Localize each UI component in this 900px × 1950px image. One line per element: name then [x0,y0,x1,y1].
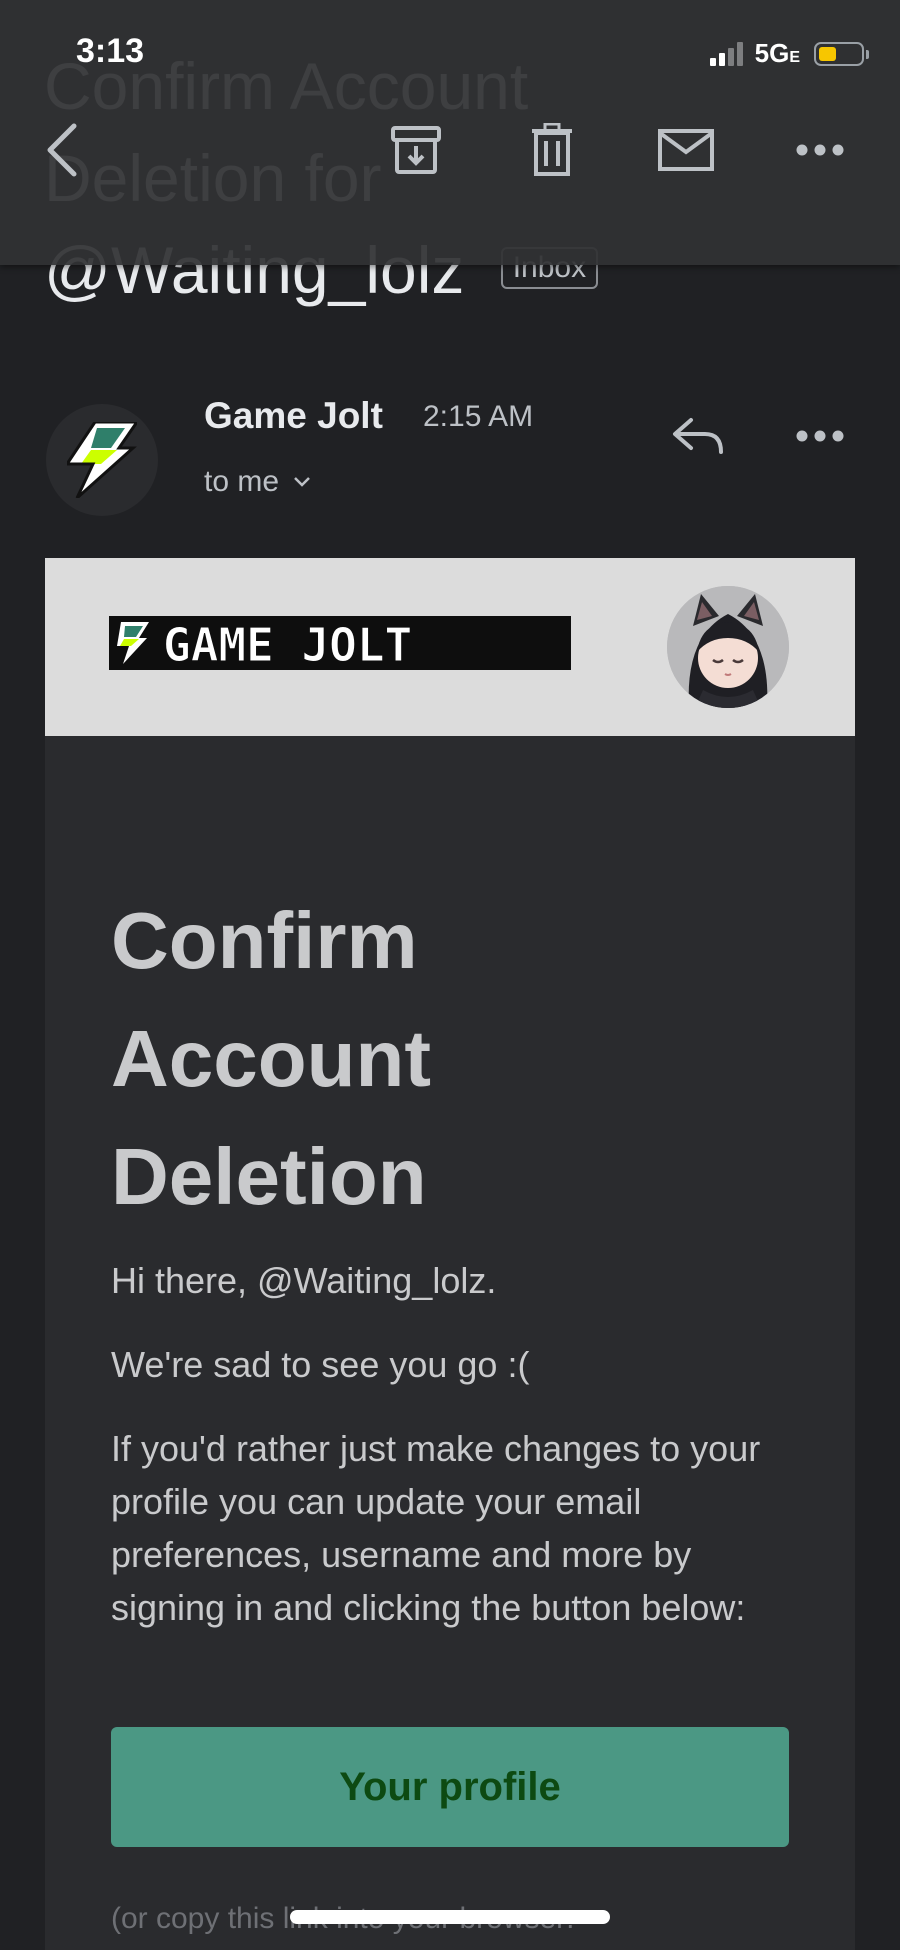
sender-name: Game Jolt [204,395,383,436]
trash-icon [532,123,572,176]
message-more-button[interactable] [784,404,856,468]
more-horizontal-icon [796,430,844,442]
recipient-details-toggle[interactable]: to me [204,465,311,499]
delete-button[interactable] [512,110,592,190]
anime-avatar-icon [667,586,789,708]
reply-button[interactable] [662,404,734,468]
home-indicator[interactable] [290,1910,610,1924]
mark-unread-button[interactable] [646,110,726,190]
archive-icon [391,126,441,174]
chevron-left-icon [47,123,77,177]
back-button[interactable] [22,110,102,190]
battery-icon [814,41,869,66]
email-view-screen: Confirm Account Deletion for @Waiting_lo… [0,0,900,1950]
chevron-down-icon [294,477,310,487]
mail-icon [658,129,714,171]
status-time: 3:13 [76,32,145,70]
sender-avatar[interactable] [46,404,158,516]
recipient-text: to me [204,465,280,498]
top-toolbar: 3:13 5GE [0,0,900,265]
email-heading: Confirm Account Deletion [111,896,431,1221]
message-time: 2:15 AM [423,400,534,433]
your-profile-button[interactable]: Your profile [111,1727,789,1847]
network-type: 5GE [754,38,800,68]
logo-game-text: GAME JOLT [163,618,412,670]
game-jolt-bolt-icon [67,422,137,498]
email-banner: GAME JOLT [45,558,855,736]
recipient-profile-picture [667,586,789,708]
more-horizontal-icon [796,144,844,156]
email-body-text: If you'd rather just make changes to you… [111,1428,761,1628]
email-greeting: Hi there, @Waiting_lolz. [111,1260,497,1301]
more-options-button[interactable] [780,110,860,190]
reply-icon [673,418,723,454]
game-jolt-logo: GAME JOLT [109,616,571,670]
email-body-card: Confirm Account Deletion Hi there, @Wait… [45,736,855,1950]
email-sad-line: We're sad to see you go :( [111,1344,530,1385]
cellular-signal-icon [709,41,743,66]
status-indicators: 5GE [709,38,869,69]
archive-button[interactable] [376,110,456,190]
